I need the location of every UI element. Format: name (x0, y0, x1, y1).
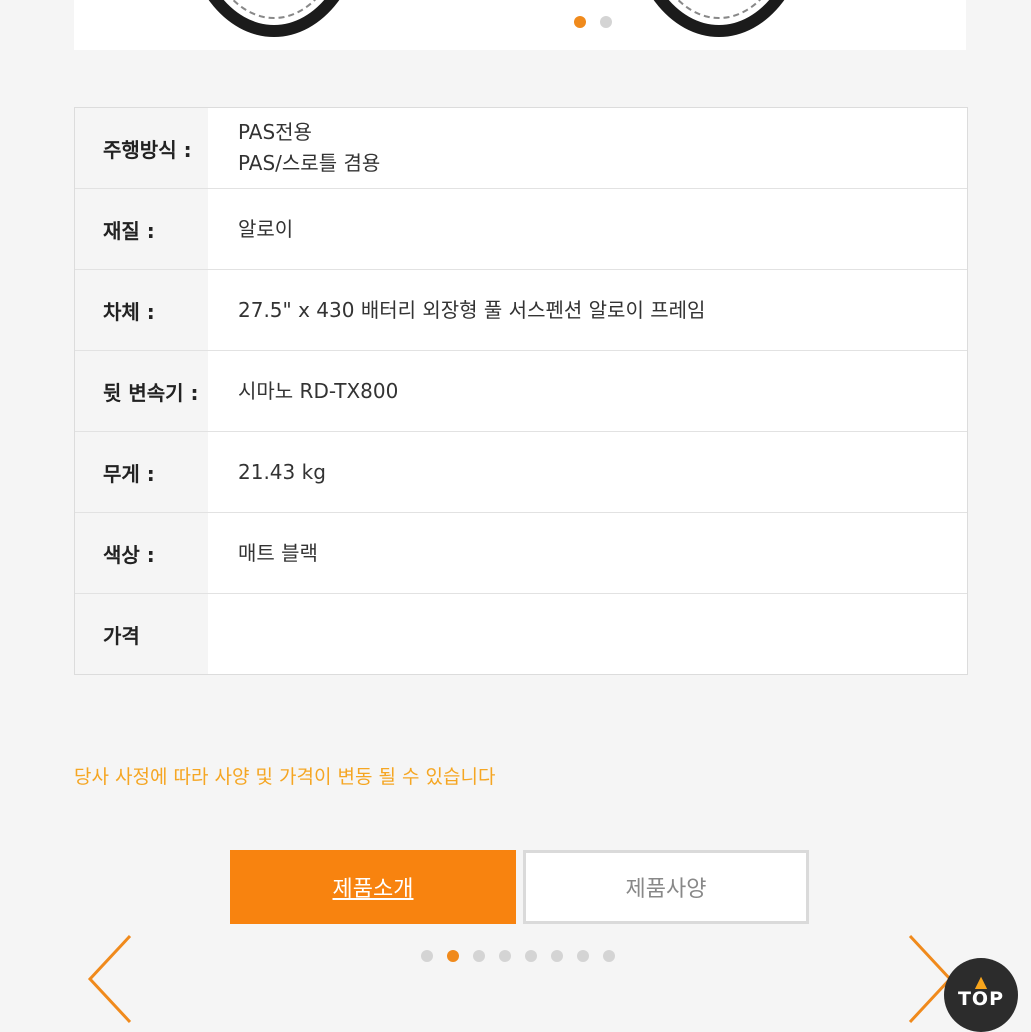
product-intro-button[interactable]: 제품소개 (230, 850, 516, 924)
pager-dot[interactable] (447, 950, 459, 962)
scroll-top-button[interactable]: ▲ TOP (944, 958, 1018, 1032)
tire-image (629, 0, 809, 37)
spec-row: 차체 : 27.5" x 430 배터리 외장형 풀 서스펜션 알로이 프레임 (75, 270, 967, 351)
spec-label: 뒷 변속기 : (75, 351, 208, 431)
pager-dot[interactable] (577, 950, 589, 962)
spec-value-line: 21.43 kg (238, 459, 326, 484)
spec-value-line: PAS/스로틀 겸용 (238, 151, 381, 175)
caret-up-icon: ▲ (974, 972, 988, 991)
spec-value: 시마노 RD-TX800 (208, 351, 967, 431)
spec-label: 재질 : (75, 189, 208, 269)
spec-value-line: 27.5" x 430 배터리 외장형 풀 서스펜션 알로이 프레임 (238, 297, 706, 322)
spec-value (208, 594, 967, 674)
spec-row: 가격 (75, 594, 967, 674)
carousel-indicators (574, 16, 612, 28)
spec-value-line: 알로이 (238, 216, 294, 241)
page-indicators (421, 950, 615, 962)
spec-row: 뒷 변속기 : 시마노 RD-TX800 (75, 351, 967, 432)
chevron-left-icon[interactable] (80, 934, 140, 1024)
spec-label: 차체 : (75, 270, 208, 350)
pager-dot[interactable] (603, 950, 615, 962)
spec-value: 27.5" x 430 배터리 외장형 풀 서스펜션 알로이 프레임 (208, 270, 967, 350)
spec-label: 가격 (75, 594, 208, 674)
spec-label: 색상 : (75, 513, 208, 593)
carousel-dot[interactable] (600, 16, 612, 28)
spec-row: 주행방식 : PAS전용 PAS/스로틀 겸용 (75, 108, 967, 189)
pager-dot[interactable] (551, 950, 563, 962)
spec-table: 주행방식 : PAS전용 PAS/스로틀 겸용 재질 : 알로이 차체 : 27… (74, 107, 968, 675)
spec-value: 21.43 kg (208, 432, 967, 512)
spec-value-line: PAS전용 (238, 120, 312, 144)
spec-value-line: 시마노 RD-TX800 (238, 378, 399, 403)
product-spec-button[interactable]: 제품사양 (523, 850, 809, 924)
spec-label: 무게 : (75, 432, 208, 512)
spec-row: 재질 : 알로이 (75, 189, 967, 270)
spec-row: 색상 : 매트 블랙 (75, 513, 967, 594)
price-notice: 당사 사정에 따라 사양 및 가격이 변동 될 수 있습니다 (74, 766, 496, 788)
spec-value: PAS전용 PAS/스로틀 겸용 (208, 108, 967, 188)
carousel-dot[interactable] (574, 16, 586, 28)
spec-value: 알로이 (208, 189, 967, 269)
pager-dot[interactable] (499, 950, 511, 962)
spec-row: 무게 : 21.43 kg (75, 432, 967, 513)
spec-value-line: 매트 블랙 (238, 540, 318, 565)
tire-image (184, 0, 364, 37)
top-label: TOP (957, 988, 1005, 1010)
product-image-carousel (74, 0, 966, 50)
pager-dot[interactable] (525, 950, 537, 962)
pager-dot[interactable] (473, 950, 485, 962)
pager-dot[interactable] (421, 950, 433, 962)
spec-label: 주행방식 : (75, 108, 208, 188)
spec-value: 매트 블랙 (208, 513, 967, 593)
